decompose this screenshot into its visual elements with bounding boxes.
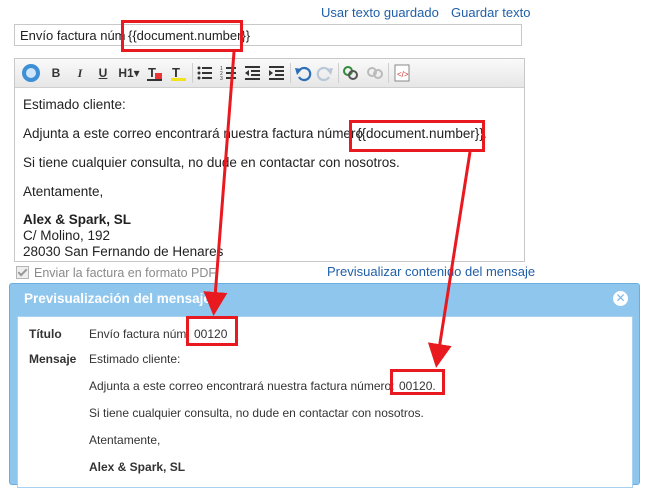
- toolbar-separator: [338, 63, 339, 83]
- italic-button[interactable]: I: [72, 64, 88, 82]
- bullet-list-icon[interactable]: [196, 64, 214, 82]
- editor-company: Alex & Spark, SL: [23, 212, 132, 227]
- highlight-preview-title-number: [186, 316, 238, 346]
- undo-icon[interactable]: [294, 64, 312, 82]
- close-icon[interactable]: ✕: [613, 291, 628, 306]
- title-label: Título: [29, 327, 62, 341]
- use-saved-text-link[interactable]: Usar texto guardado: [321, 5, 439, 20]
- dialog-body: Título Envío factura núm. 00120 Mensaje …: [17, 316, 633, 488]
- source-toggle-icon[interactable]: [20, 62, 42, 84]
- preview-closing: Atentamente,: [89, 433, 161, 447]
- indent-icon[interactable]: [268, 64, 286, 82]
- save-text-link[interactable]: Guardar texto: [451, 5, 531, 20]
- dialog-title: Previsualización del mensaje: [24, 291, 211, 306]
- bold-button[interactable]: B: [48, 64, 64, 82]
- svg-text:T: T: [148, 65, 156, 80]
- underline-button[interactable]: U: [95, 64, 111, 82]
- highlight-subject-placeholder: [121, 20, 243, 52]
- toolbar-separator: [388, 63, 389, 83]
- editor-invoice-line: Adjunta a este correo encontrará nuestra…: [23, 126, 487, 141]
- editor-address2: 28030 San Fernando de Henares: [23, 244, 224, 259]
- rich-text-editor[interactable]: B I U H1▾ T T 123 </> Estimado cliente: …: [14, 58, 525, 262]
- svg-text:T: T: [172, 65, 180, 80]
- outdent-icon[interactable]: [244, 64, 262, 82]
- toolbar-separator: [192, 63, 193, 83]
- source-code-icon[interactable]: </>: [393, 64, 411, 82]
- remove-link-icon[interactable]: [366, 64, 384, 82]
- svg-text:</>: </>: [397, 70, 409, 79]
- editor-closing: Atentamente,: [23, 184, 104, 199]
- editor-invoice-line-text: Adjunta a este correo encontrará nuestra…: [23, 126, 363, 141]
- send-pdf-label: Enviar la factura en formato PDF: [34, 266, 217, 280]
- svg-text:3: 3: [220, 76, 223, 82]
- preview-title-prefix: Envío factura núm.: [89, 327, 190, 341]
- redo-icon[interactable]: [316, 64, 334, 82]
- editor-address1: C/ Molino, 192: [23, 228, 111, 243]
- highlight-preview-body-number: [390, 369, 445, 395]
- send-pdf-option[interactable]: Enviar la factura en formato PDF: [16, 266, 216, 280]
- toolbar-separator: [290, 63, 291, 83]
- text-color-icon[interactable]: T: [146, 64, 164, 82]
- insert-link-icon[interactable]: [342, 64, 360, 82]
- editor-contact-line: Si tiene cualquier consulta, no dude en …: [23, 155, 400, 170]
- numbered-list-icon[interactable]: 123: [220, 64, 238, 82]
- highlight-color-icon[interactable]: T: [170, 64, 188, 82]
- send-pdf-checkbox[interactable]: [16, 266, 29, 279]
- preview-invoice-line: Adjunta a este correo encontrará nuestra…: [89, 379, 395, 393]
- preview-dialog: Previsualización del mensaje ✕ Título En…: [9, 283, 640, 488]
- subject-input[interactable]: Envío factura núm {{document.number}}: [14, 24, 522, 46]
- editor-toolbar: B I U H1▾ T T 123 </>: [15, 59, 524, 88]
- subject-prefix: Envío factura núm: [20, 28, 126, 43]
- editor-greeting: Estimado cliente:: [23, 97, 126, 112]
- preview-contact-line: Si tiene cualquier consulta, no dude en …: [89, 406, 424, 420]
- preview-message-link[interactable]: Previsualizar contenido del mensaje: [327, 264, 535, 279]
- message-label: Mensaje: [29, 352, 77, 366]
- heading-dropdown[interactable]: H1▾: [116, 64, 142, 82]
- preview-greeting: Estimado cliente:: [89, 352, 181, 366]
- preview-company: Alex & Spark, SL: [89, 460, 186, 474]
- highlight-body-placeholder: [349, 120, 485, 152]
